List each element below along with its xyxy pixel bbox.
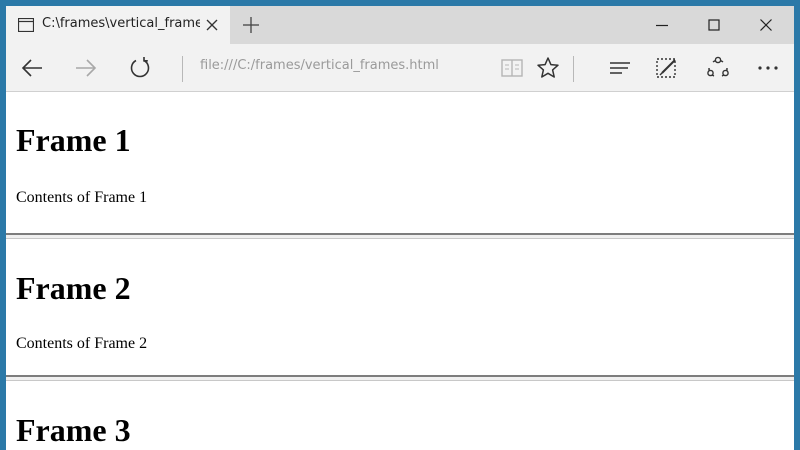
page-icon <box>18 18 34 32</box>
frame-2: Frame 2 Contents of Frame 2 <box>6 239 794 375</box>
frame-heading: Frame 3 <box>16 412 131 448</box>
frame-1: Frame 1 Contents of Frame 1 <box>6 93 794 233</box>
frame-body: Contents of Frame 2 <box>16 335 148 352</box>
minimize-icon <box>656 24 668 27</box>
browser-window: C:\frames\vertical_frame file:///C:/fram… <box>6 6 794 450</box>
forward-arrow-icon[interactable] <box>74 56 98 80</box>
refresh-icon[interactable] <box>128 56 152 80</box>
back-arrow-icon[interactable] <box>20 56 44 80</box>
frame-heading: Frame 1 <box>16 122 131 158</box>
close-icon <box>760 19 772 31</box>
frame-3: Frame 3 <box>6 381 794 450</box>
page-content: Frame 1 Contents of Frame 1 Frame 2 Cont… <box>6 93 794 450</box>
close-window-button[interactable] <box>740 6 792 44</box>
hub-icon[interactable] <box>608 56 632 80</box>
toolbar-separator <box>573 56 574 82</box>
pen-note-icon[interactable] <box>655 56 679 80</box>
minimize-button[interactable] <box>636 6 688 44</box>
frame-body: Contents of Frame 1 <box>16 189 148 206</box>
frame-heading: Frame 2 <box>16 270 131 306</box>
tab-title: C:\frames\vertical_frame <box>42 16 200 31</box>
share-icon[interactable] <box>706 56 730 80</box>
browser-tab[interactable]: C:\frames\vertical_frame <box>6 6 230 44</box>
ellipsis-icon[interactable] <box>756 56 780 80</box>
plus-icon[interactable] <box>242 16 260 34</box>
maximize-icon <box>708 19 720 31</box>
close-icon[interactable] <box>204 17 220 33</box>
book-icon[interactable] <box>500 56 524 80</box>
address-input[interactable]: file:///C:/frames/vertical_frames.html <box>200 58 490 73</box>
star-icon[interactable] <box>536 56 560 80</box>
title-bar: C:\frames\vertical_frame <box>6 6 794 44</box>
address-separator <box>182 56 183 82</box>
maximize-button[interactable] <box>688 6 740 44</box>
navigation-bar: file:///C:/frames/vertical_frames.html <box>6 44 794 92</box>
